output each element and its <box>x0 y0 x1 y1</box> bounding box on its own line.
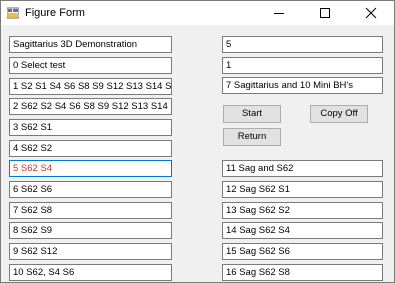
test-option-field[interactable]: 15 Sag S62 S6 <box>222 243 383 260</box>
test-option-field[interactable]: 6 S62 S6 <box>9 181 172 198</box>
copy-off-button[interactable]: Copy Off <box>310 105 368 123</box>
test-option-field[interactable]: 12 Sag S62 S1 <box>222 181 383 198</box>
test-option-field[interactable]: 0 Select test <box>9 57 172 74</box>
maximize-icon <box>320 8 330 18</box>
figure-form-window: Figure Form Sagittarius 3D Demonstration… <box>0 0 395 283</box>
test-option-field[interactable]: 2 S62 S2 S4 S6 S8 S9 S12 S13 S14 S1 <box>9 98 172 115</box>
test-option-field[interactable]: 10 S62, S4 S6 <box>9 264 172 281</box>
test-title-field[interactable]: Sagittarius 3D Demonstration <box>9 36 172 53</box>
test-option-field[interactable]: 13 Sag S62 S2 <box>222 202 383 219</box>
close-icon <box>365 7 377 19</box>
test-option-field[interactable]: 1 S2 S1 S4 S6 S8 S9 S12 S13 S14 S62 <box>9 78 172 95</box>
minimize-icon <box>274 13 284 14</box>
test-option-field[interactable]: 9 S62 S12 <box>9 243 172 260</box>
test-option-field[interactable]: 3 S62 S1 <box>9 119 172 136</box>
test-option-field-focused[interactable]: 5 S62 S4 <box>9 160 172 177</box>
window-title: Figure Form <box>25 7 85 19</box>
return-button[interactable]: Return <box>223 128 281 146</box>
maximize-button[interactable] <box>302 1 348 25</box>
test-option-field[interactable]: 8 S62 S9 <box>9 222 172 239</box>
close-button[interactable] <box>348 1 394 25</box>
value-field-2[interactable]: 1 <box>222 57 383 74</box>
test-option-field[interactable]: 16 Sag S62 S8 <box>222 264 383 281</box>
test-option-field[interactable]: 7 S62 S8 <box>9 202 172 219</box>
test-option-field[interactable]: 14 Sag S62 S4 <box>222 222 383 239</box>
test-option-field[interactable]: 11 Sag and S62 <box>222 160 383 177</box>
minimize-button[interactable] <box>256 1 302 25</box>
test-option-field[interactable]: 4 S62 S2 <box>9 140 172 157</box>
start-button[interactable]: Start <box>223 105 281 123</box>
app-icon <box>7 7 19 19</box>
title-bar[interactable]: Figure Form <box>1 1 394 25</box>
description-field[interactable]: 7 Sagittarius and 10 Mini BH's <box>222 77 383 94</box>
value-field-1[interactable]: 5 <box>222 36 383 53</box>
